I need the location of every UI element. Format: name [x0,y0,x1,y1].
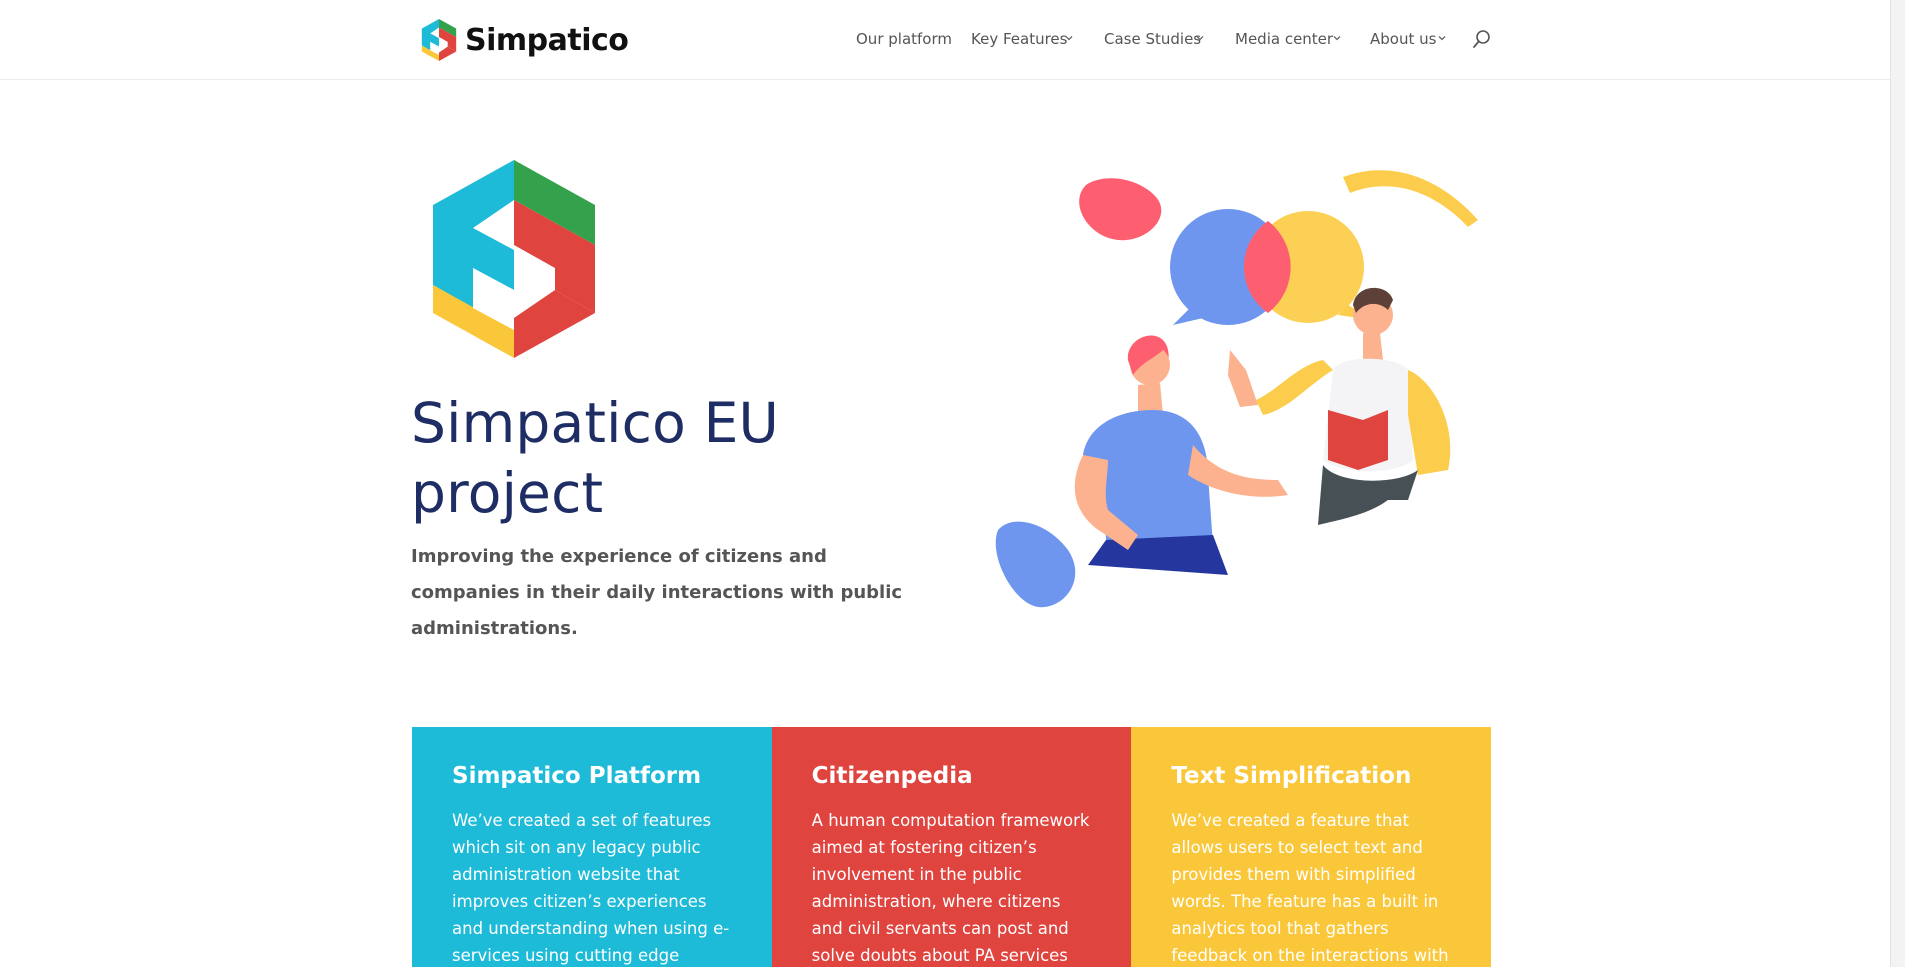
nav-item-label: Our platform [856,30,952,48]
card-title: Text Simplification [1171,763,1412,789]
simpatico-large-logo [433,160,595,358]
card-citizenpedia[interactable]: Citizenpedia A human computation framewo… [771,727,1132,967]
page-title: Simpatico EU project [411,391,780,525]
card-simpatico-platform[interactable]: Simpatico Platform We’ve created a set o… [412,727,772,967]
card-body: We’ve created a feature that allows user… [1171,811,1449,965]
nav-item-case-studies[interactable]: Case Studies [1104,30,1204,48]
nav-item-key-features[interactable]: Key Features [971,30,1073,48]
search-icon[interactable] [1472,29,1492,51]
feature-cards: Simpatico Platform We’ve created a set o… [412,727,1491,967]
hero-subtitle: Improving the experience of citizens and… [411,546,903,639]
simpatico-logo-icon [421,19,457,61]
nav-item-label: Key Features [971,30,1068,48]
site-logo[interactable]: Simpatico [421,19,629,61]
people-conversation-illustration [995,170,1478,608]
nav-item-about-us[interactable]: About us [1370,30,1446,48]
nav-item-label: Case Studies [1104,30,1202,48]
chevron-down-icon [1196,36,1204,41]
card-title: Citizenpedia [811,763,973,789]
card-text-simplification[interactable]: Text Simplification We’ve created a feat… [1131,727,1491,967]
nav-item-media-center[interactable]: Media center [1235,30,1341,48]
site-header: Simpatico Our platform Key Features Case… [0,0,1905,80]
brand-name: Simpatico [465,22,629,58]
chevron-down-icon [1438,36,1446,41]
card-body: We’ve created a set of features which si… [452,811,730,965]
nav-item-label: About us [1370,30,1437,48]
card-title: Simpatico Platform [452,763,702,789]
chevron-down-icon [1333,36,1341,41]
nav-item-our-platform[interactable]: Our platform [856,30,952,48]
chevron-down-icon [1065,36,1073,41]
card-body: A human computation framework aimed at f… [811,811,1090,965]
page-scrollbar[interactable] [1890,0,1905,967]
nav-item-label: Media center [1235,30,1334,48]
